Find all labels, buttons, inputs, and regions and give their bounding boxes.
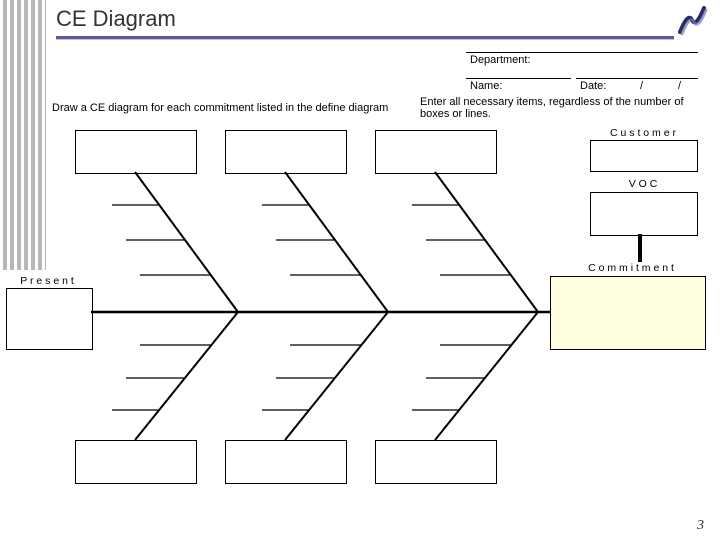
slide: CE Diagram Department: Name: Date: / / D… bbox=[0, 0, 720, 540]
category-box-bottom-1 bbox=[75, 440, 197, 484]
page-title: CE Diagram bbox=[56, 6, 176, 32]
category-box-bottom-2 bbox=[225, 440, 347, 484]
voc-box bbox=[590, 192, 698, 236]
commitment-box bbox=[550, 276, 706, 350]
date-label: Date: bbox=[580, 80, 606, 92]
present-box bbox=[6, 288, 93, 350]
date-separator-1: / bbox=[640, 80, 643, 92]
name-label: Name: bbox=[470, 80, 502, 92]
department-label: Department: bbox=[470, 54, 531, 66]
date-underline bbox=[576, 78, 698, 79]
date-separator-2: / bbox=[678, 80, 681, 92]
category-box-top-1 bbox=[75, 130, 197, 174]
department-underline bbox=[466, 52, 698, 53]
instruction-left: Draw a CE diagram for each commitment li… bbox=[52, 102, 412, 114]
voc-label: V O C bbox=[595, 178, 691, 190]
category-box-bottom-3 bbox=[375, 440, 497, 484]
page-number: 3 bbox=[697, 518, 704, 534]
customer-box bbox=[590, 140, 698, 172]
present-label: P r e s e n t bbox=[12, 275, 82, 287]
name-underline bbox=[466, 78, 571, 79]
customer-label: C u s t o m e r bbox=[595, 127, 691, 139]
logo bbox=[674, 2, 710, 38]
title-underline bbox=[56, 36, 674, 39]
category-box-top-3 bbox=[375, 130, 497, 174]
decorative-stripes bbox=[0, 0, 46, 270]
category-box-top-2 bbox=[225, 130, 347, 174]
instruction-right: Enter all necessary items, regardless of… bbox=[420, 96, 700, 120]
commitment-label: C o m m i t m e n t bbox=[566, 262, 696, 274]
